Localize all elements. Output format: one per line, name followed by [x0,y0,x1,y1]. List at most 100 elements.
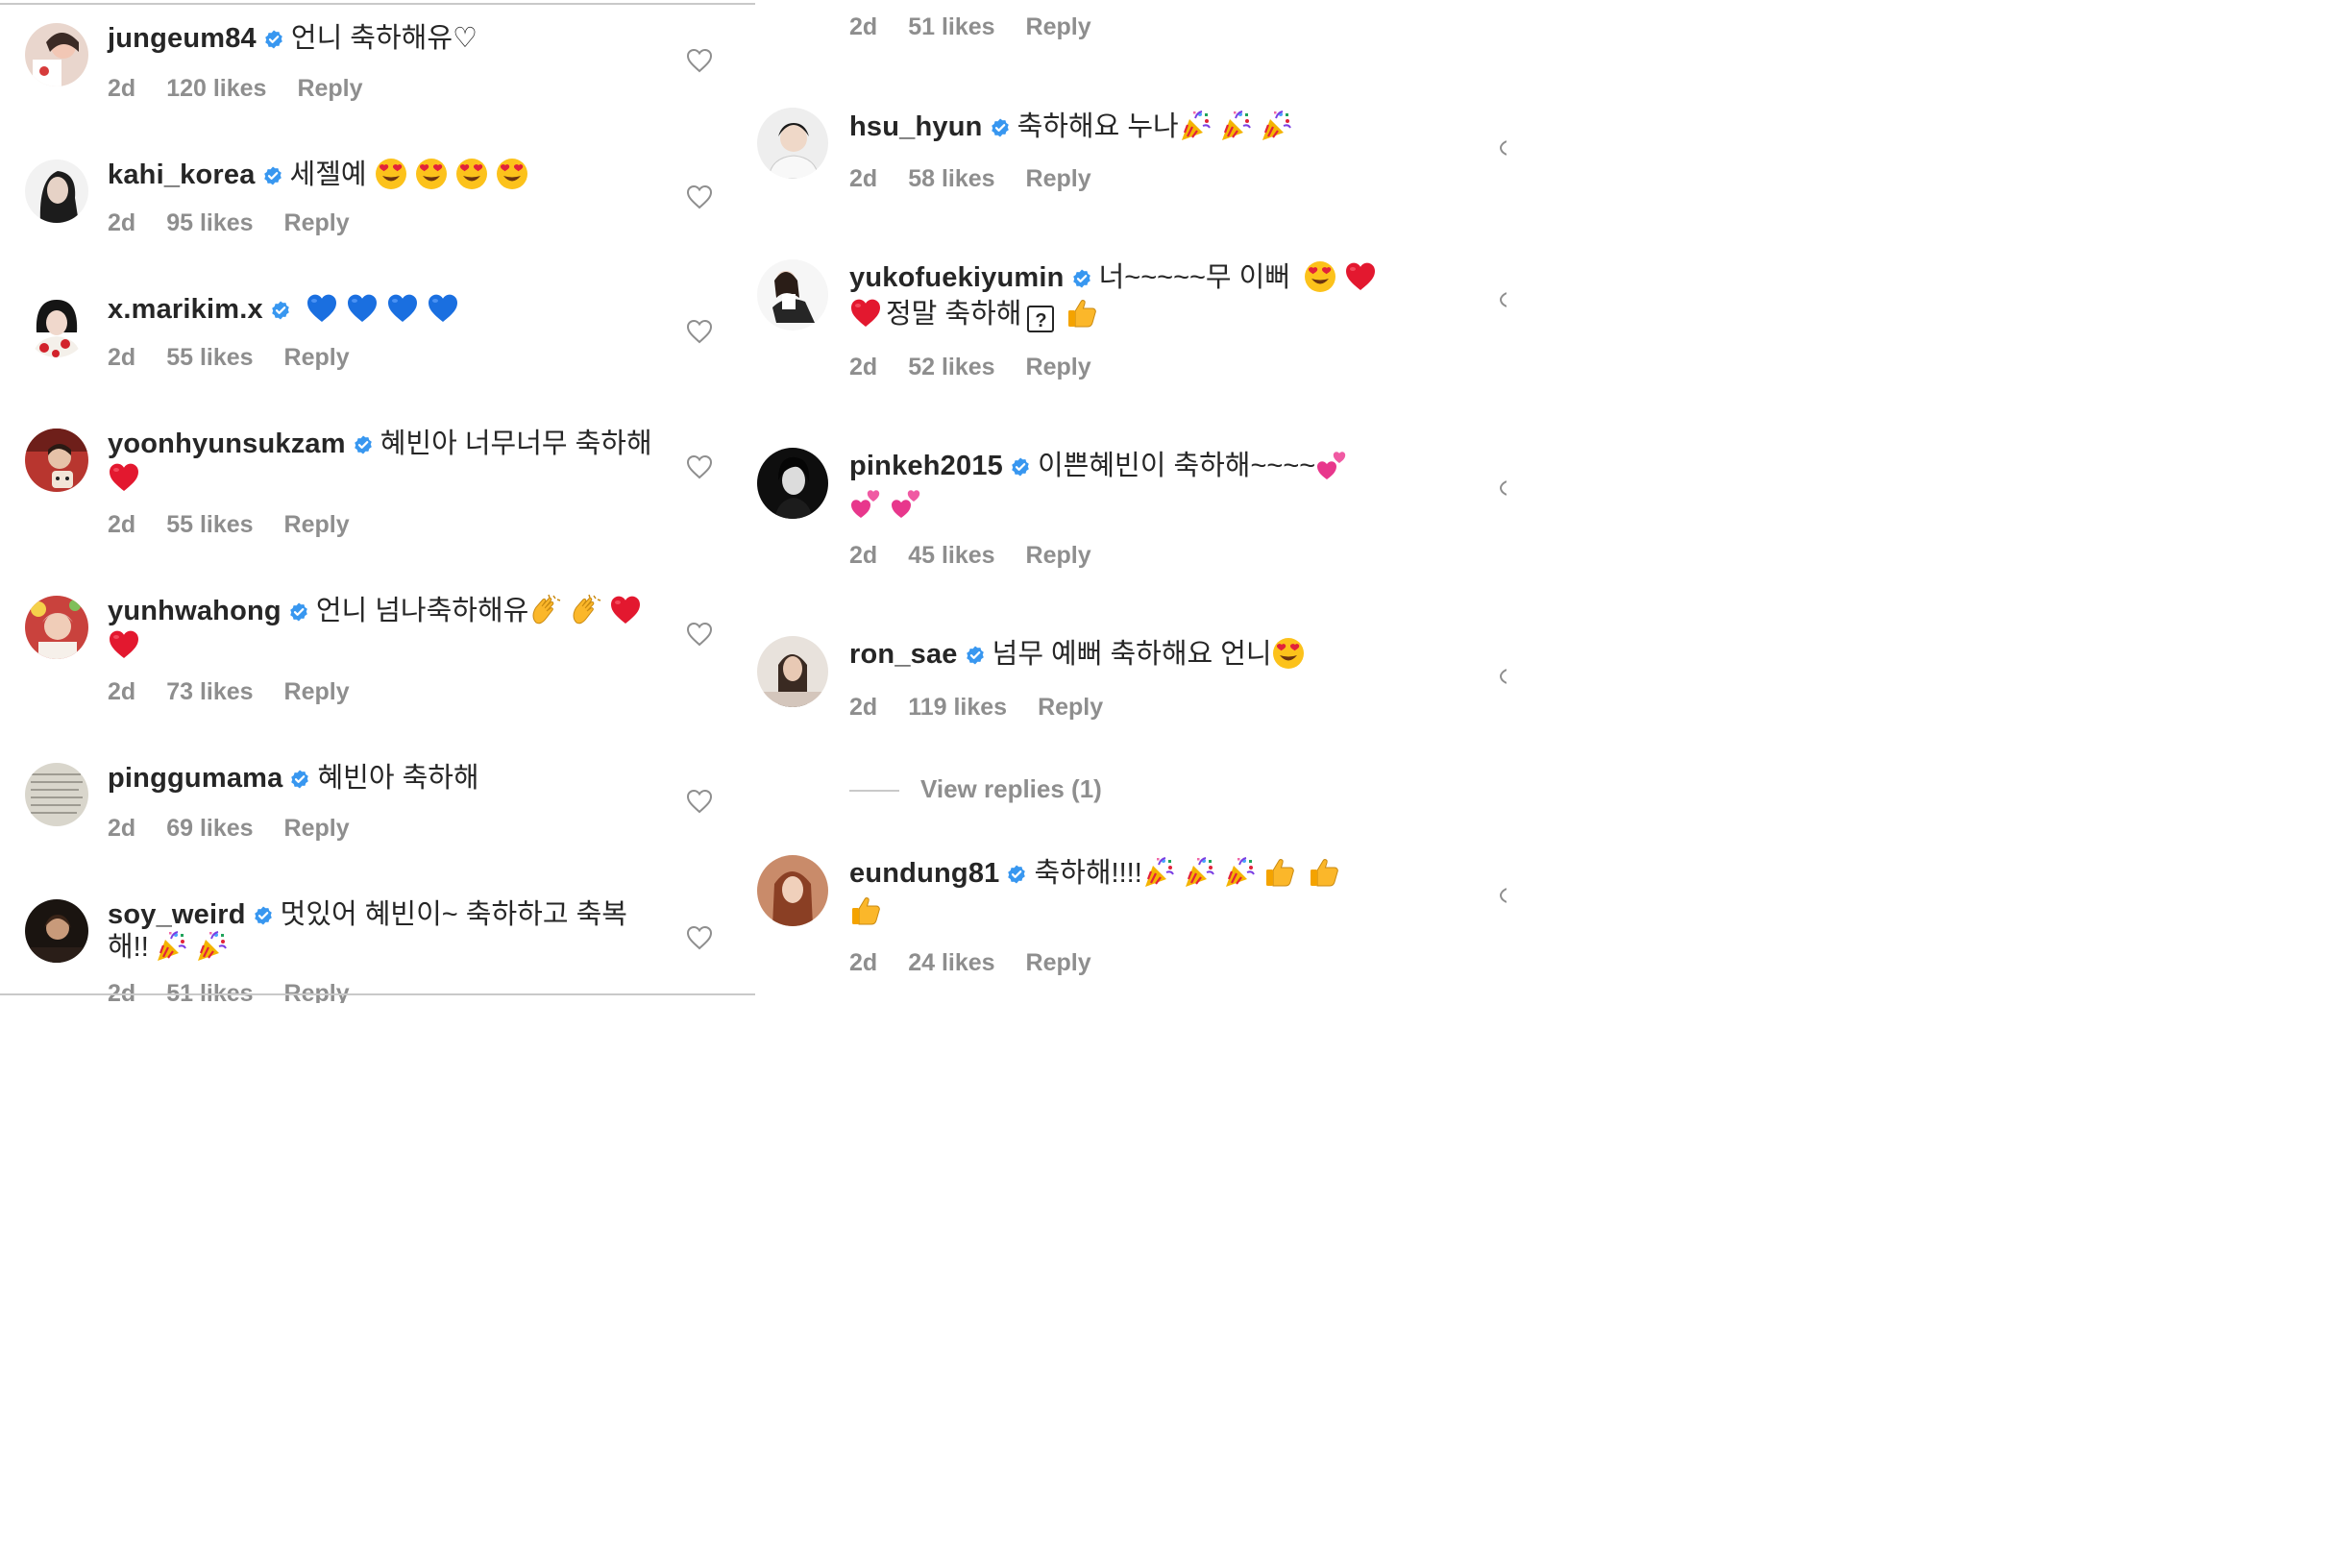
avatar[interactable] [757,259,828,331]
comment-meta: 2d 55 likes Reply [108,344,380,372]
avatar[interactable] [25,899,88,963]
like-heart-icon[interactable] [1499,667,1507,686]
reply-button[interactable]: Reply [284,815,350,842]
reply-button[interactable]: Reply [284,511,350,538]
red-heart-emoji-icon [609,594,642,626]
reply-button[interactable]: Reply [1026,542,1091,569]
comment-meta: 2d 55 likes Reply [108,511,380,539]
username[interactable]: kahi_korea [108,159,256,190]
reply-button[interactable]: Reply [284,344,350,371]
reply-button[interactable]: Reply [297,75,362,102]
reply-button[interactable]: Reply [1026,354,1091,380]
clap-emoji-icon [528,594,561,626]
likes-count[interactable]: 55 likes [166,511,253,538]
comment-body: 언니 넘나축하해유 [315,596,529,626]
username[interactable]: yukofuekiyumin [849,262,1065,293]
like-heart-icon[interactable] [686,925,713,950]
two-hearts-emoji-icon [849,487,882,520]
comment-meta: 2d 52 likes Reply [849,354,1122,381]
timestamp: 2d [849,13,878,40]
username[interactable]: yunhwahong [108,596,282,626]
avatar[interactable] [25,23,88,86]
verified-badge-icon [263,166,282,185]
likes-count[interactable]: 95 likes [166,209,253,236]
likes-count[interactable]: 119 likes [908,694,1007,721]
comment-body: 세젤예 [289,159,367,190]
verified-badge-icon [1007,865,1026,884]
likes-count[interactable]: 55 likes [166,344,253,371]
thumbs-up-emoji-icon [1308,856,1340,889]
reply-button[interactable]: Reply [284,980,350,1003]
timestamp: 2d [108,209,136,236]
comment-text-line-2: 정말 축하해? [849,297,1106,332]
like-heart-icon[interactable] [1499,886,1507,905]
clap-emoji-icon [569,594,601,626]
likes-count[interactable]: 51 likes [166,980,253,1003]
avatar[interactable] [757,855,828,926]
like-heart-icon[interactable] [686,454,713,479]
comment-meta: 2d 95 likes Reply [108,209,380,237]
reply-button[interactable]: Reply [1026,13,1091,40]
blue-heart-emoji-icon [306,292,338,325]
avatar[interactable] [757,448,828,519]
comments-column-right: 2d 51 likes Reply hsu_hyun 축하해요 누나 2d 58 lik… [755,0,1507,1003]
heart-eyes-emoji-icon [375,158,407,190]
like-heart-icon[interactable] [1499,478,1507,498]
likes-count[interactable]: 120 likes [166,75,266,102]
reply-button[interactable]: Reply [284,209,350,236]
like-heart-icon[interactable] [686,184,713,209]
reply-button[interactable]: Reply [1026,165,1091,192]
comment-text-line: pinkeh2015 이쁜혜빈이 축하해~~~~ [849,449,1356,483]
comment-text-line-2: 해!! [108,930,235,965]
username[interactable]: soy_weird [108,899,246,930]
username[interactable]: ron_sae [849,639,958,670]
comment-meta: 2d 58 likes Reply [849,165,1122,193]
avatar[interactable] [25,763,88,826]
comment-meta: 2d 45 likes Reply [849,542,1122,570]
verified-badge-icon [354,435,373,454]
like-heart-icon[interactable] [686,48,713,73]
likes-count[interactable]: 51 likes [908,13,994,40]
avatar[interactable] [25,159,88,223]
username[interactable]: jungeum84 [108,23,257,54]
timestamp: 2d [849,694,878,721]
timestamp: 2d [108,678,136,705]
thumbs-up-emoji-icon [1066,297,1098,330]
like-heart-icon[interactable] [1499,290,1507,309]
comment-text-line: ron_sae 넘무 예뻐 축하해요 언니 [849,637,1312,672]
avatar[interactable] [25,596,88,659]
like-heart-icon[interactable] [1499,138,1507,158]
reply-button[interactable]: Reply [284,678,350,705]
username[interactable]: x.marikim.x [108,294,263,325]
avatar[interactable] [25,294,88,357]
timestamp: 2d [849,949,878,976]
likes-count[interactable]: 45 likes [908,542,994,569]
blue-heart-emoji-icon [386,292,419,325]
reply-button[interactable]: Reply [1026,949,1091,976]
view-replies-label[interactable]: View replies (1) [920,774,1102,803]
like-heart-icon[interactable] [686,622,713,647]
username[interactable]: eundung81 [849,858,999,889]
comment-text-line-2 [108,461,148,496]
avatar[interactable] [757,636,828,707]
username[interactable]: yoonhyunsukzam [108,429,346,459]
username[interactable]: hsu_hyun [849,111,983,142]
username[interactable]: pinkeh2015 [849,451,1003,481]
likes-count[interactable]: 24 likes [908,949,994,976]
likes-count[interactable]: 52 likes [908,354,994,380]
avatar[interactable] [757,108,828,179]
like-heart-icon[interactable] [686,789,713,814]
heart-eyes-emoji-icon [455,158,488,190]
two-hearts-emoji-icon [1315,449,1348,481]
avatar[interactable] [25,429,88,492]
reply-button[interactable]: Reply [1038,694,1103,721]
likes-count[interactable]: 69 likes [166,815,253,842]
username[interactable]: pinggumama [108,763,282,794]
comment-text-line-2 [108,628,148,663]
likes-count[interactable]: 58 likes [908,165,994,192]
like-heart-icon[interactable] [686,319,713,344]
timestamp: 2d [108,511,136,538]
view-replies-link[interactable]: View replies (1) [849,774,1102,804]
likes-count[interactable]: 73 likes [166,678,253,705]
comment-body-cont: 해!! [108,932,149,963]
